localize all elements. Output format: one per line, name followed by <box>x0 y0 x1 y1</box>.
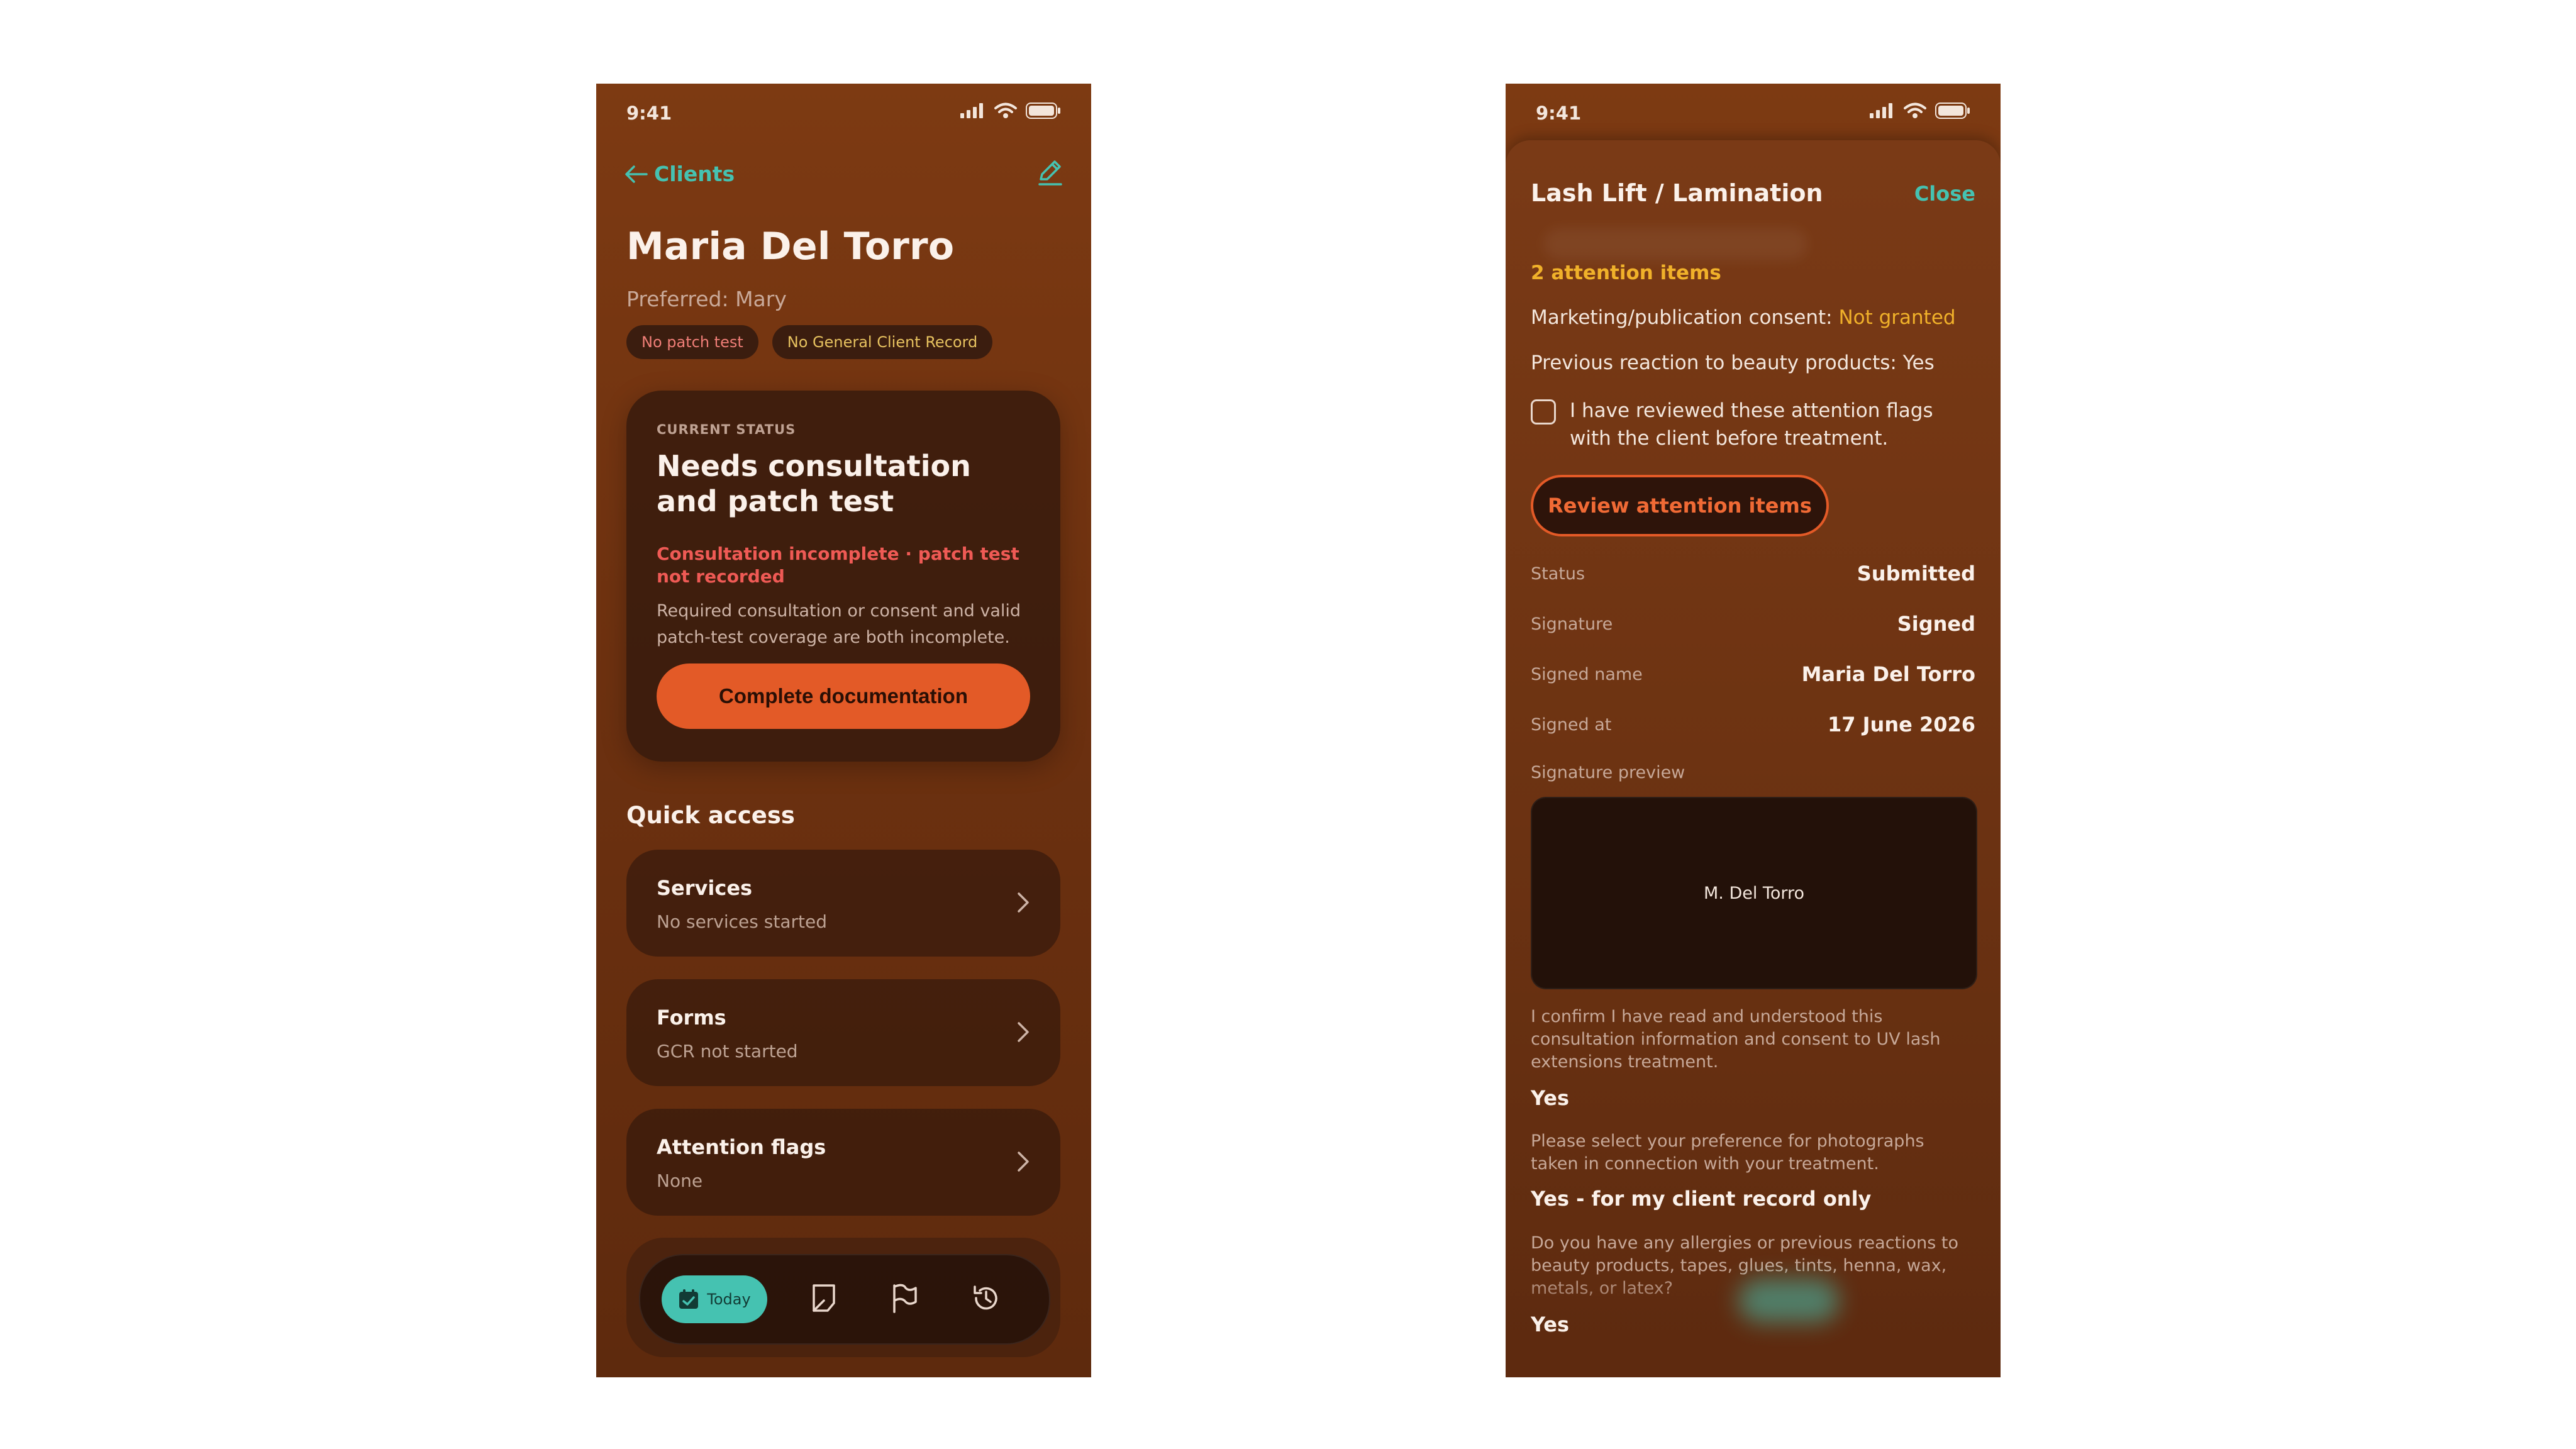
wifi-icon <box>994 103 1017 118</box>
battery-icon <box>1026 103 1060 119</box>
detail-value-signed-name: Maria Del Torro <box>1801 662 1975 686</box>
signature-text: M. Del Torro <box>1703 883 1805 903</box>
no-gcr-chip: No General Client Record <box>772 325 993 359</box>
marketing-consent-line: Marketing/publication consent: Not grant… <box>1531 306 1956 329</box>
quick-access-services[interactable]: Services No services started <box>626 850 1060 957</box>
tab-today-label: Today <box>707 1291 751 1308</box>
detail-label-signed-name: Signed name <box>1531 665 1643 684</box>
status-alert: Consultation incomplete · patch test not… <box>657 543 1019 587</box>
wifi-icon <box>1904 103 1926 118</box>
attention-count: 2 attention items <box>1531 262 1721 284</box>
quick-access-attention-flags[interactable]: Attention flags None <box>626 1109 1060 1216</box>
status-headline: Needs consultation and patch test <box>657 449 971 518</box>
quick-access-item-title: Forms <box>657 1006 726 1030</box>
consent-question: I confirm I have read and understood thi… <box>1531 1007 1941 1072</box>
allergy-answer: Yes <box>1531 1313 1569 1336</box>
signature-preview-label: Signature preview <box>1531 763 1685 782</box>
client-name: Maria Del Torro <box>626 225 955 269</box>
back-to-clients-link[interactable]: Clients <box>624 162 735 186</box>
arrow-left-icon <box>625 165 648 183</box>
quick-access-item-title: Services <box>657 876 753 900</box>
pencil-icon <box>1038 160 1062 186</box>
tab-history[interactable] <box>971 1283 1001 1313</box>
consent-answer: Yes <box>1531 1086 1569 1110</box>
detail-label-signature: Signature <box>1531 614 1613 634</box>
signature-preview: M. Del Torro <box>1531 797 1977 989</box>
status-description: Required consultation or consent and val… <box>657 601 1021 647</box>
close-button[interactable]: Close <box>1914 182 1975 206</box>
calendar-check-icon <box>679 1289 699 1309</box>
complete-documentation-button[interactable]: Complete documentation <box>657 663 1030 729</box>
marketing-consent-label: Marketing/publication consent: <box>1531 306 1839 329</box>
photo-preference-answer: Yes - for my client record only <box>1531 1187 1872 1211</box>
tab-today[interactable]: Today <box>662 1275 767 1323</box>
status-bar-icons <box>1870 103 1970 119</box>
edit-client-button[interactable] <box>1036 158 1065 189</box>
detail-label-signed-at: Signed at <box>1531 715 1612 735</box>
status-chips: No patch test No General Client Record <box>626 325 993 359</box>
status-bar-time: 9:41 <box>626 103 672 124</box>
detail-value-signed-at: 17 June 2026 <box>1827 713 1975 736</box>
status-kicker: CURRENT STATUS <box>657 422 796 437</box>
quick-access-item-subtitle: None <box>657 1170 703 1191</box>
quick-access-title: Quick access <box>626 802 795 829</box>
blurred-background-content <box>1543 228 1807 260</box>
back-link-label: Clients <box>654 162 735 186</box>
status-bar-icons <box>960 103 1061 119</box>
no-patch-test-chip: No patch test <box>626 325 758 359</box>
tab-flags[interactable] <box>891 1283 918 1313</box>
tab-bar: Today <box>639 1254 1050 1345</box>
tab-bar-container: Today <box>626 1238 1060 1357</box>
signal-icon <box>960 103 983 118</box>
marketing-consent-value: Not granted <box>1838 306 1956 329</box>
current-status-card: CURRENT STATUS Needs consultation and pa… <box>626 391 1060 762</box>
quick-access-item-subtitle: No services started <box>657 911 827 932</box>
consultation-detail-screen: 9:41 Lash Lift / Lamination Close 2 atte… <box>1506 84 2001 1377</box>
review-confirmation-checkbox[interactable] <box>1531 399 1556 425</box>
photo-preference-question: Please select your preference for photog… <box>1531 1131 1924 1174</box>
quick-access-item-subtitle: GCR not started <box>657 1041 798 1062</box>
signal-icon <box>1870 103 1892 118</box>
quick-access-forms[interactable]: Forms GCR not started <box>626 979 1060 1086</box>
status-bar-time: 9:41 <box>1536 103 1582 124</box>
preferred-name: Preferred: Mary <box>626 287 787 311</box>
sheet-title: Lash Lift / Lamination <box>1531 179 1823 207</box>
chevron-right-icon <box>1018 1152 1029 1172</box>
chevron-right-icon <box>1018 892 1029 913</box>
review-confirmation-label: I have reviewed these attention flags wi… <box>1570 399 1933 450</box>
tab-notes[interactable] <box>810 1283 838 1313</box>
detail-label-status: Status <box>1531 564 1585 584</box>
previous-reaction-line: Previous reaction to beauty products: Ye… <box>1531 352 1935 374</box>
review-confirmation-row[interactable]: I have reviewed these attention flags wi… <box>1531 397 1971 452</box>
client-profile-screen: 9:41 Clients Maria Del Torro Preferred: … <box>596 84 1091 1377</box>
battery-icon <box>1935 103 1970 119</box>
blurred-tab-indicator <box>1738 1279 1839 1323</box>
chevron-right-icon <box>1018 1022 1029 1042</box>
detail-value-status: Submitted <box>1857 562 1975 586</box>
detail-value-signature: Signed <box>1897 612 1975 636</box>
quick-access-item-title: Attention flags <box>657 1135 826 1159</box>
review-attention-items-button[interactable]: Review attention items <box>1531 475 1829 536</box>
